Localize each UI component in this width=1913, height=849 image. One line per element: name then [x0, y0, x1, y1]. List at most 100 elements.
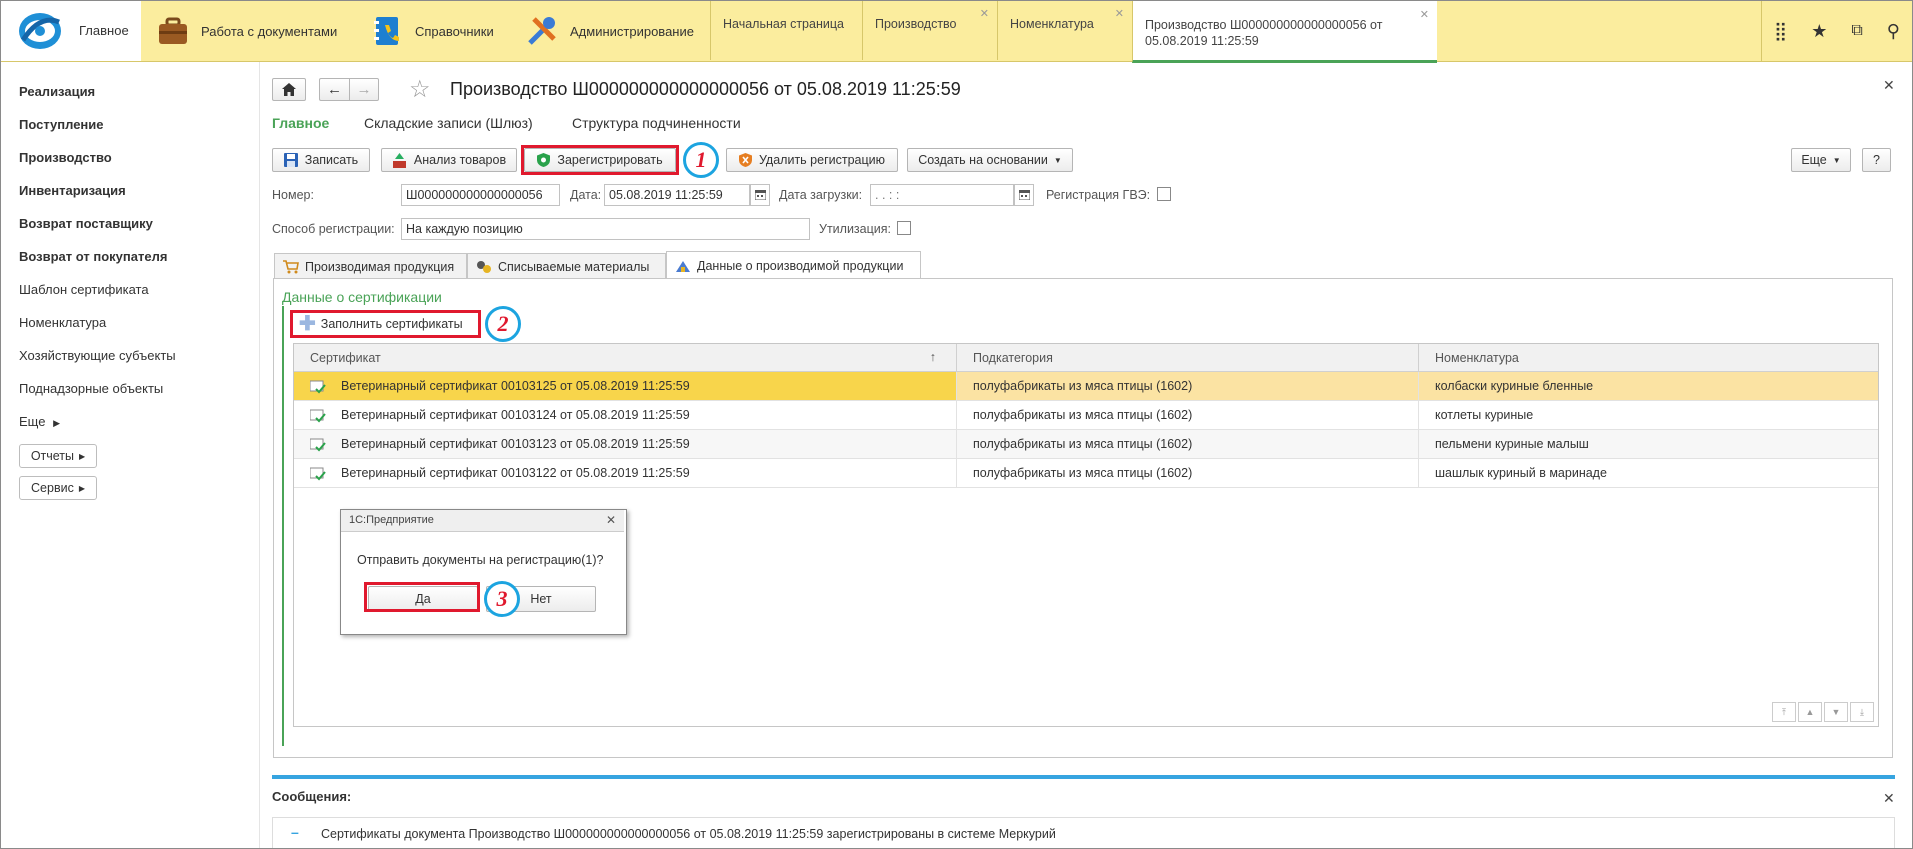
cell-nomenclature: шашлык куриный в маринаде: [1435, 466, 1607, 480]
home-button[interactable]: [272, 78, 306, 101]
nav-link-main[interactable]: Главное: [272, 115, 329, 131]
nav-references[interactable]: Справочники: [371, 1, 494, 61]
gve-label: Регистрация ГВЭ:: [1046, 188, 1151, 202]
nav-link-warehouse[interactable]: Складские записи (Шлюз): [364, 115, 533, 131]
tab-start-page-label: Начальная страница: [723, 17, 844, 31]
date-field[interactable]: 05.08.2019 11:25:59: [604, 184, 750, 206]
reports-button-label: Отчеты: [30, 449, 75, 463]
tab-production-document-line1: Производство Ш000000000000000056 от: [1145, 18, 1383, 32]
tab-production-data[interactable]: Данные о производимой продукции: [666, 251, 921, 279]
star-icon[interactable]: ★: [1811, 21, 1827, 42]
callout-step-1: 1: [683, 142, 719, 178]
column-header-subcategory[interactable]: Подкатегория: [957, 344, 1419, 372]
sidebar-item-supplier-return[interactable]: Возврат поставщику: [19, 216, 153, 231]
cell-certificate: Ветеринарный сертификат 00103123 от 05.0…: [341, 437, 690, 451]
column-header-nomenclature-label: Номенклатура: [1435, 351, 1519, 365]
tab-start-page[interactable]: Начальная страница: [710, 1, 862, 60]
confirm-dialog: 1С:Предприятие ✕ Отправить документы на …: [340, 509, 627, 635]
dropdown-caret-icon: ▼: [1053, 155, 1062, 165]
cell-nomenclature: колбаски куриные бленные: [1435, 379, 1594, 393]
save-button[interactable]: Записать: [272, 148, 370, 172]
reg-method-field[interactable]: На каждую позицию: [401, 218, 810, 240]
calendar-icon[interactable]: [1014, 184, 1034, 206]
nav-home[interactable]: Главное: [1, 1, 141, 61]
nav-link-structure[interactable]: Структура подчиненности: [572, 115, 741, 131]
load-date-field[interactable]: . . : :: [870, 184, 1014, 206]
message-collapse-icon[interactable]: –: [291, 824, 299, 840]
calendar-icon[interactable]: [750, 184, 770, 206]
favorite-star-icon[interactable]: ☆: [409, 75, 431, 104]
unregister-button[interactable]: Удалить регистрацию: [726, 148, 898, 172]
nav-administration[interactable]: Администрирование: [526, 1, 694, 61]
back-button[interactable]: ←: [319, 78, 349, 101]
certificate-icon: [310, 467, 326, 481]
caret-right-icon: ▶: [53, 418, 60, 428]
table-row[interactable]: Ветеринарный сертификат 00103125 от 05.0…: [294, 372, 1878, 401]
analysis-button-label: Анализ товаров: [413, 153, 507, 167]
sidebar-item-nomenclature[interactable]: Номенклатура: [19, 315, 106, 330]
sidebar-item-realization[interactable]: Реализация: [19, 84, 95, 99]
cell-subcategory: полуфабрикаты из мяса птицы (1602): [973, 437, 1193, 451]
column-header-certificate[interactable]: Сертификат ↑: [294, 344, 957, 372]
table-row[interactable]: Ветеринарный сертификат 00103122 от 05.0…: [294, 459, 1878, 488]
sidebar-item-cert-template[interactable]: Шаблон сертификата: [19, 282, 149, 297]
tab-produced-goods-label: Производимая продукция: [305, 259, 455, 274]
nav-documents[interactable]: Работа с документами: [157, 1, 337, 61]
last-row-icon[interactable]: ⤓: [1850, 702, 1874, 722]
cart-icon: [283, 259, 299, 273]
column-header-nomenclature[interactable]: Номенклатура: [1419, 344, 1878, 372]
close-icon[interactable]: ✕: [606, 513, 616, 527]
history-icon[interactable]: ⧉: [1851, 22, 1862, 40]
nav-references-label: Справочники: [415, 23, 494, 39]
message-text: Сертификаты документа Производство Ш0000…: [321, 827, 1056, 841]
reports-button[interactable]: Отчеты ▶: [19, 444, 97, 468]
tab-nomenclature[interactable]: Номенклатура ✕: [997, 1, 1132, 60]
create-based-on-button[interactable]: Создать на основании ▼: [907, 148, 1073, 172]
nav-administration-label: Администрирование: [570, 23, 694, 39]
search-icon[interactable]: ⚲: [1887, 21, 1900, 42]
grid-icon[interactable]: ⣿: [1774, 21, 1787, 42]
close-messages-icon[interactable]: ✕: [1883, 790, 1895, 807]
help-button[interactable]: ?: [1862, 148, 1891, 172]
row-down-icon[interactable]: ▼: [1824, 702, 1848, 722]
tab-production-label: Производство: [875, 17, 957, 31]
tab-written-off-materials[interactable]: Списываемые материалы: [467, 253, 666, 279]
close-icon[interactable]: ✕: [980, 7, 989, 20]
tab-produced-goods[interactable]: Производимая продукция: [274, 253, 467, 279]
forward-button[interactable]: →: [349, 78, 379, 101]
sidebar-item-receipt[interactable]: Поступление: [19, 117, 104, 132]
certificate-icon: [310, 438, 326, 452]
document-title: Производство Ш000000000000000056 от 05.0…: [450, 79, 961, 99]
table-row[interactable]: Ветеринарный сертификат 00103124 от 05.0…: [294, 401, 1878, 430]
sidebar-item-inventory[interactable]: Инвентаризация: [19, 183, 126, 198]
disposal-checkbox[interactable]: [897, 221, 911, 235]
close-document-icon[interactable]: ✕: [1883, 77, 1895, 94]
tab-production[interactable]: Производство ✕: [862, 1, 997, 60]
sidebar-item-business-entities[interactable]: Хозяйствующие субъекты: [19, 348, 176, 363]
table-row[interactable]: Ветеринарный сертификат 00103123 от 05.0…: [294, 430, 1878, 459]
help-button-label: ?: [1873, 153, 1880, 167]
highlight-fill: [290, 310, 481, 338]
cell-nomenclature: пельмени куриные малыш: [1435, 437, 1589, 451]
service-button[interactable]: Сервис ▶: [19, 476, 97, 500]
sidebar-item-more[interactable]: Еще ▶: [19, 414, 60, 429]
grid-nav-buttons: ⤒ ▲ ▼ ⤓: [1772, 702, 1874, 722]
certificate-icon: [310, 409, 326, 423]
more-button[interactable]: Еще ▼: [1791, 148, 1851, 172]
create-based-on-label: Создать на основании: [918, 153, 1048, 167]
tab-production-data-label: Данные о производимой продукции: [697, 258, 904, 273]
row-up-icon[interactable]: ▲: [1798, 702, 1822, 722]
close-icon[interactable]: ✕: [1420, 7, 1429, 23]
sidebar-item-supervised-objects[interactable]: Поднадзорные объекты: [19, 381, 163, 396]
number-field[interactable]: Ш000000000000000056: [401, 184, 560, 206]
cert-section-title: Данные о сертификации: [282, 289, 442, 305]
gve-checkbox[interactable]: [1157, 187, 1171, 201]
first-row-icon[interactable]: ⤒: [1772, 702, 1796, 722]
service-button-label: Сервис: [31, 481, 74, 495]
close-icon[interactable]: ✕: [1115, 7, 1124, 20]
tab-production-document[interactable]: Производство Ш000000000000000056 от 05.0…: [1132, 1, 1437, 63]
materials-icon: [477, 260, 491, 273]
sidebar-item-production[interactable]: Производство: [19, 150, 112, 165]
analysis-button[interactable]: Анализ товаров: [381, 148, 517, 172]
sidebar-item-customer-return[interactable]: Возврат от покупателя: [19, 249, 167, 264]
